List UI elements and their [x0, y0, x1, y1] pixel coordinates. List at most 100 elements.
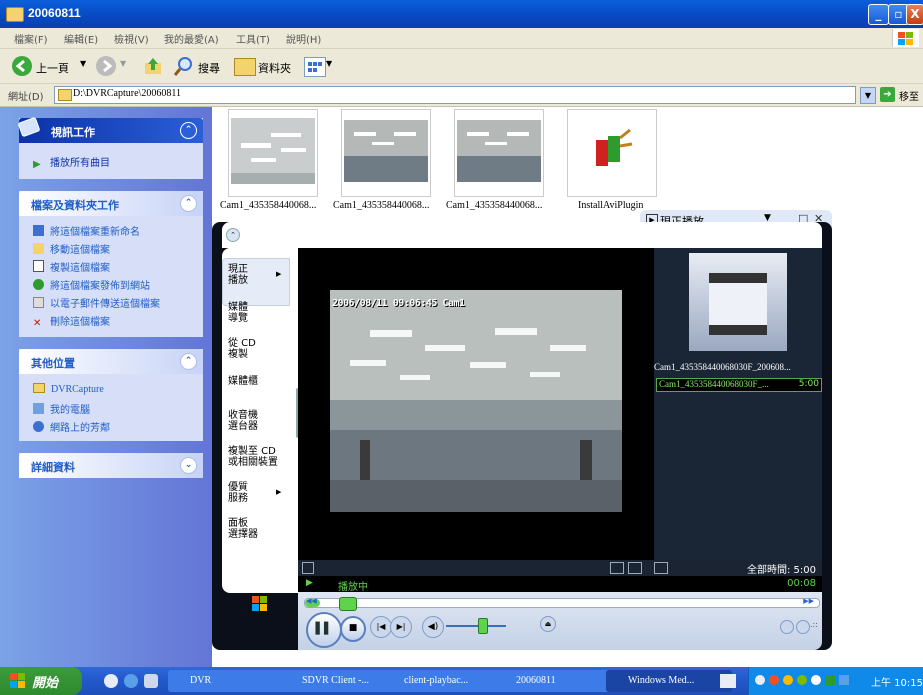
volume-slider[interactable] — [446, 625, 506, 627]
resize-grip-icon[interactable]: .:: — [810, 620, 818, 629]
total-time: 全部時間: 5:00 — [746, 565, 816, 576]
publish-link[interactable]: 將這個檔案發佈到網站 — [33, 277, 150, 292]
address-bar: 網址(D) D:\DVRCapture\20060811 ▼ ➔ 移至 — [0, 84, 923, 107]
taskbar-button-client-playback[interactable]: client-playbac... — [382, 670, 508, 692]
my-computer-link[interactable]: 我的電腦 — [33, 401, 90, 416]
back-arrow-icon[interactable] — [12, 56, 32, 76]
network-tray-icon[interactable] — [839, 675, 849, 685]
dvrcapture-link[interactable]: DVRCapture — [33, 383, 104, 395]
address-dropdown-icon[interactable]: ▼ — [860, 87, 876, 104]
forward-arrow-icon[interactable] — [96, 56, 116, 76]
menu-favorites[interactable]: 我的最愛(A) — [164, 31, 219, 46]
next-button[interactable]: ▶| — [390, 616, 412, 638]
menu-tools[interactable]: 工具(T) — [236, 31, 270, 46]
playlist-toggle-icon[interactable] — [654, 562, 668, 574]
rewind-icon[interactable]: ◀◀ — [306, 597, 317, 605]
volume-thumb[interactable] — [478, 618, 488, 634]
tray-icon[interactable] — [797, 675, 807, 685]
rename-link[interactable]: 將這個檔案重新命名 — [33, 223, 140, 238]
tray-icon[interactable] — [769, 675, 779, 685]
media-library-tab[interactable]: 媒體櫃 — [228, 376, 288, 387]
collapse-icon[interactable]: ⌃ — [180, 122, 197, 139]
tray-icon[interactable] — [811, 675, 821, 685]
delete-link[interactable]: ✕ 刪除這個檔案 — [33, 313, 110, 329]
skin-chooser-tab[interactable]: 面板 選擇器 — [228, 518, 288, 540]
tray-icon[interactable] — [755, 675, 765, 685]
play-all-link[interactable]: ▶ 播放所有曲目 — [33, 154, 110, 170]
taskbar-button-sdvr-client[interactable]: SDVR Client -... — [280, 670, 398, 692]
previous-button[interactable]: |◀ — [370, 616, 392, 638]
aspect-icon[interactable] — [628, 562, 642, 574]
eject-icon[interactable]: ⏏ — [540, 616, 556, 632]
file-thumbnail[interactable] — [454, 109, 544, 197]
stop-button[interactable]: ■ — [340, 616, 366, 642]
mute-button[interactable]: ◀) — [422, 616, 444, 638]
up-folder-icon[interactable] — [144, 56, 162, 76]
seek-thumb[interactable] — [339, 597, 357, 611]
go-arrow-icon[interactable]: ➔ — [880, 87, 895, 102]
quicklaunch-desktop-icon[interactable] — [144, 674, 158, 688]
playlist-item[interactable]: Cam1_435358440068030F_... 5:00 — [656, 378, 822, 392]
network-icon — [33, 421, 44, 432]
forward-dropdown-icon[interactable]: ▼ — [120, 59, 126, 68]
minimize-button[interactable]: _ — [868, 4, 889, 25]
installer-thumbnail[interactable] — [567, 109, 657, 197]
video-display[interactable]: 2006/08/11 09:06:45 Cam1 — [330, 290, 622, 512]
menu-edit[interactable]: 編輯(E) — [64, 31, 98, 46]
task-pane: 視訊工作 ⌃ ▶ 播放所有曲目 檔案及資料夾工作 ⌃ 將這個檔案重新命名 移動這個檔… — [0, 107, 212, 667]
volume-tray-icon[interactable] — [825, 675, 835, 685]
go-button[interactable]: 移至 — [899, 88, 919, 103]
search-button[interactable]: 搜尋 — [198, 60, 220, 76]
address-input[interactable]: D:\DVRCapture\20060811 — [54, 86, 856, 104]
video-tasks-header[interactable]: 視訊工作 ⌃ — [18, 117, 203, 143]
back-dropdown-icon[interactable]: ▼ — [80, 59, 86, 68]
email-icon — [33, 297, 44, 308]
shuffle-icon[interactable] — [302, 562, 314, 574]
taskbar-extra-icon[interactable] — [720, 674, 736, 688]
copy-to-cd-tab[interactable]: 複製至 CD 或相關裝置 — [228, 446, 288, 468]
menu-help[interactable]: 說明(H) — [286, 31, 321, 46]
quicklaunch-media-icon[interactable] — [104, 674, 118, 688]
folders-icon[interactable] — [234, 58, 256, 76]
taskbar-button-20060811[interactable]: 20060811 — [494, 670, 616, 692]
copy-link[interactable]: 複製這個檔案 — [33, 259, 110, 274]
copy-from-cd-tab[interactable]: 從 CD 複製 — [228, 338, 288, 360]
network-places-link[interactable]: 網路上的芳鄰 — [33, 419, 110, 434]
email-link[interactable]: 以電子郵件傳送這個檔案 — [33, 295, 160, 310]
back-button[interactable]: 上一頁 — [36, 60, 69, 76]
close-button[interactable]: X — [906, 4, 923, 25]
menu-view[interactable]: 檢視(V) — [114, 31, 149, 46]
details-header[interactable]: 詳細資料 ⌄ — [19, 453, 203, 478]
menu-file[interactable]: 檔案(F) — [14, 31, 48, 46]
quicklaunch-ie-icon[interactable] — [124, 674, 138, 688]
file-thumbnail[interactable] — [341, 109, 431, 197]
switch-mode-icon[interactable] — [796, 620, 810, 634]
media-guide-tab[interactable]: 媒體 導覽 — [228, 302, 288, 324]
views-dropdown-icon[interactable]: ▼ — [326, 59, 332, 68]
folders-button[interactable]: 資料夾 — [258, 60, 291, 76]
settings-icon[interactable] — [780, 620, 794, 634]
windows-logo-icon — [10, 673, 25, 688]
collapse-icon[interactable]: ⌃ — [180, 195, 197, 212]
expand-icon[interactable]: ⌄ — [180, 457, 197, 474]
taskbar-button-windows-media[interactable]: Windows Med... — [606, 670, 732, 692]
window-title-bar[interactable]: 20060811 _ ▫ X — [0, 0, 923, 28]
taskbar-button-dvr[interactable]: DVR — [168, 670, 286, 692]
player-feature-taskbar: 現正 播放 ▶ 媒體 導覽 從 CD 複製 媒體櫃 收音機 選台器 複製至 CD… — [222, 248, 298, 593]
tray-icon[interactable] — [783, 675, 793, 685]
file-thumbnail[interactable] — [228, 109, 318, 197]
file-tasks-header[interactable]: 檔案及資料夾工作 ⌃ — [19, 191, 203, 216]
other-places-header[interactable]: 其他位置 ⌃ — [19, 349, 203, 374]
seek-bar[interactable] — [304, 597, 820, 611]
search-icon[interactable] — [173, 56, 194, 76]
radio-tuner-tab[interactable]: 收音機 選台器 — [228, 410, 288, 432]
fullscreen-icon[interactable] — [610, 562, 624, 574]
fast-forward-icon[interactable]: ▶▶ — [803, 597, 814, 605]
pause-button[interactable]: ▌▌ — [306, 612, 342, 648]
collapse-icon[interactable]: ⌃ — [180, 353, 197, 370]
start-button[interactable]: 開始 — [0, 667, 82, 695]
move-link[interactable]: 移動這個檔案 — [33, 241, 110, 256]
menu-toggle-icon[interactable]: ⌃ — [226, 228, 240, 242]
views-icon[interactable] — [304, 57, 326, 77]
other-places-panel: 其他位置 ⌃ DVRCapture 我的電腦 網路上的芳鄰 — [19, 349, 203, 441]
